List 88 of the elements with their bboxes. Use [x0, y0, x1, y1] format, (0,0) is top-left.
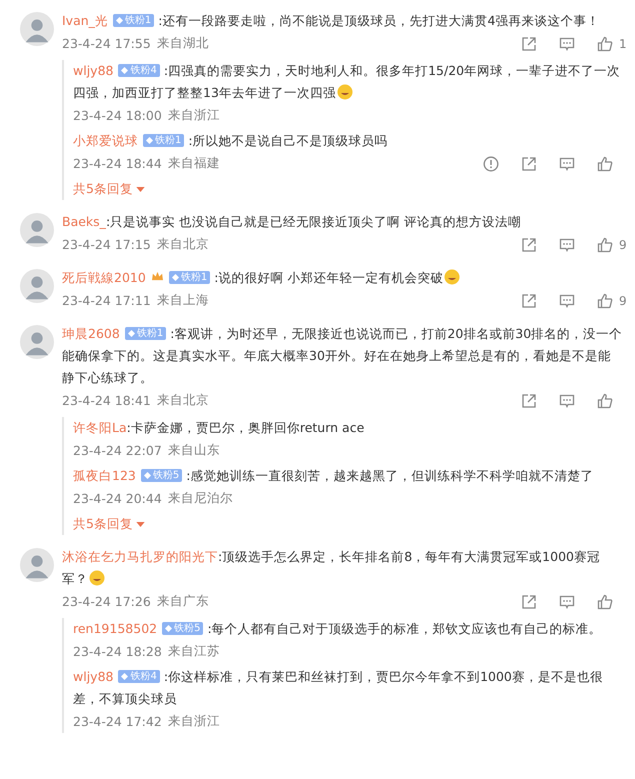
reply-text: 四强，加西亚打了整整13年去年进了一次四强 — [73, 85, 336, 100]
author-name[interactable]: 小郑爱说球 — [73, 133, 138, 148]
fan-badge[interactable]: 铁粉1 — [168, 271, 210, 284]
author-name[interactable]: wljy88 — [73, 669, 114, 684]
share-icon[interactable] — [521, 594, 537, 610]
reply-location: 来自浙江 — [168, 713, 220, 730]
comment-time: 23-4-24 17:15 — [62, 237, 151, 252]
comment-text: 军？ — [62, 571, 88, 586]
reply-time: 23-4-24 18:28 — [73, 644, 162, 659]
like-icon[interactable] — [597, 236, 613, 252]
reply-time: 23-4-24 20:44 — [73, 491, 162, 506]
like-count: 1 — [619, 36, 628, 50]
more-replies-link[interactable]: 共5条回复 — [73, 178, 145, 200]
reply-text: :卡萨金娜，贾巴尔，奥胖回你return ace — [126, 420, 364, 435]
comment-icon[interactable] — [559, 594, 575, 610]
reply-location: 来自尼泊尔 — [168, 490, 233, 507]
report-icon[interactable] — [483, 156, 499, 172]
reply-text: :每个人都有自己对于顶级选手的标准，郑钦文应该也有自己的标准。 — [207, 621, 602, 636]
caret-icon — [136, 186, 145, 192]
reply-text: :所以她不是说自己不是顶级球员吗 — [188, 133, 388, 148]
author-name[interactable]: 沐浴在乞力马扎罗的阳光下 — [62, 549, 218, 564]
author-name[interactable]: 珅晨2608 — [62, 326, 120, 341]
like-icon[interactable] — [597, 156, 613, 172]
author-name[interactable]: Baeks_ — [62, 214, 106, 229]
caret-icon — [136, 522, 145, 526]
avatar[interactable] — [20, 269, 54, 303]
reply-text: :感觉她训练一直很刻苦，越来越黑了，但训练科学不科学咱就不清楚了 — [186, 468, 594, 483]
reply-time: 23-4-24 18:44 — [73, 156, 162, 171]
share-icon[interactable] — [521, 236, 537, 252]
comment-location: 来自广东 — [156, 593, 209, 610]
avatar[interactable] — [20, 548, 54, 582]
comment-text: 静下心练球了。 — [62, 370, 153, 385]
reply-text: :四强真的需要实力，天时地利人和。很多年打15/20年网球，一辈子进不了一次 — [164, 63, 620, 78]
like-icon[interactable] — [597, 36, 613, 52]
more-replies-link[interactable]: 共5条回复 — [73, 513, 145, 535]
fan-badge[interactable]: 铁粉1 — [124, 327, 166, 340]
comment-location: 来自北京 — [156, 236, 209, 253]
comment-time: 23-4-24 18:41 — [62, 393, 151, 408]
share-icon[interactable] — [521, 156, 537, 172]
comment-time: 23-4-24 17:55 — [62, 36, 151, 51]
comment-icon[interactable] — [559, 156, 575, 172]
avatar[interactable] — [20, 12, 54, 46]
author-name[interactable]: 许冬阳La — [73, 420, 127, 435]
reply-location: 来自浙江 — [168, 107, 220, 124]
comment-location: 来自上海 — [156, 292, 209, 309]
fan-badge[interactable]: 铁粉5 — [140, 469, 182, 482]
like-icon[interactable] — [597, 594, 613, 610]
like-icon[interactable] — [597, 392, 613, 408]
fan-badge[interactable]: 铁粉1 — [143, 134, 184, 147]
comment-icon[interactable] — [559, 36, 575, 52]
share-icon[interactable] — [521, 36, 537, 52]
author-name[interactable]: ren19158502 — [73, 621, 158, 636]
comment-icon[interactable] — [559, 236, 575, 252]
reply-time: 23-4-24 17:42 — [73, 714, 162, 729]
comment-text: :还有一段路要走啦，尚不能说是顶级球员，先打进大满贯4强再来谈这个事！ — [158, 13, 600, 28]
comment-text: 能确保拿下的。这是真实水平。年底大概率30开外。好在在她身上希望总是有的，看她是不是能 — [62, 348, 611, 363]
reply-time: 23-4-24 18:00 — [73, 108, 162, 123]
like-count: 9 — [619, 294, 628, 308]
reply-text: :你这样标准，只有莱巴和丝袜打到，贾巴尔今年拿不到1000赛，是不是也很 — [164, 669, 603, 684]
comment-icon[interactable] — [559, 292, 575, 308]
comment-location: 来自湖北 — [156, 35, 209, 52]
share-icon[interactable] — [521, 292, 537, 308]
like-count: 9 — [619, 238, 628, 252]
like-icon[interactable] — [597, 292, 613, 308]
author-name[interactable]: Ivan_光 — [62, 13, 108, 28]
author-name[interactable]: wljy88 — [73, 63, 114, 78]
comment-text: :说的很好啊 小郑还年轻一定有机会突破 — [214, 270, 444, 285]
reply-location: 来自江苏 — [168, 643, 220, 660]
author-name[interactable]: 死后戦線2010 — [62, 270, 146, 285]
comment-text: :客观讲，为时还早，无限接近也说说而已，打前20排名或前30排名的，没一个 — [170, 326, 622, 341]
comment-text: :顶级选手怎么界定，长年排名前8，每年有大满贯冠军或1000赛冠 — [218, 549, 600, 564]
comment-text: :只是说事实 也没说自己就是已经无限接近顶尖了啊 评论真的想方设法嘲 — [106, 214, 522, 229]
fan-badge[interactable]: 铁粉4 — [118, 64, 160, 77]
comment-time: 23-4-24 17:11 — [62, 293, 151, 308]
share-icon[interactable] — [521, 392, 537, 408]
avatar[interactable] — [20, 325, 54, 359]
reply-location: 来自山东 — [168, 442, 220, 459]
reply-time: 23-4-24 22:07 — [73, 443, 162, 458]
reply-text: 差，不算顶尖球员 — [73, 691, 177, 706]
fan-badge[interactable]: 铁粉1 — [112, 14, 154, 27]
comment-icon[interactable] — [559, 392, 575, 408]
fan-badge[interactable]: 铁粉5 — [162, 622, 204, 635]
reply-location: 来自福建 — [168, 155, 220, 172]
comment-location: 来自北京 — [156, 392, 209, 409]
fan-badge[interactable]: 铁粉4 — [118, 670, 160, 683]
avatar[interactable] — [20, 213, 54, 247]
author-name[interactable]: 孤夜白123 — [73, 468, 136, 483]
comment-time: 23-4-24 17:26 — [62, 594, 151, 609]
